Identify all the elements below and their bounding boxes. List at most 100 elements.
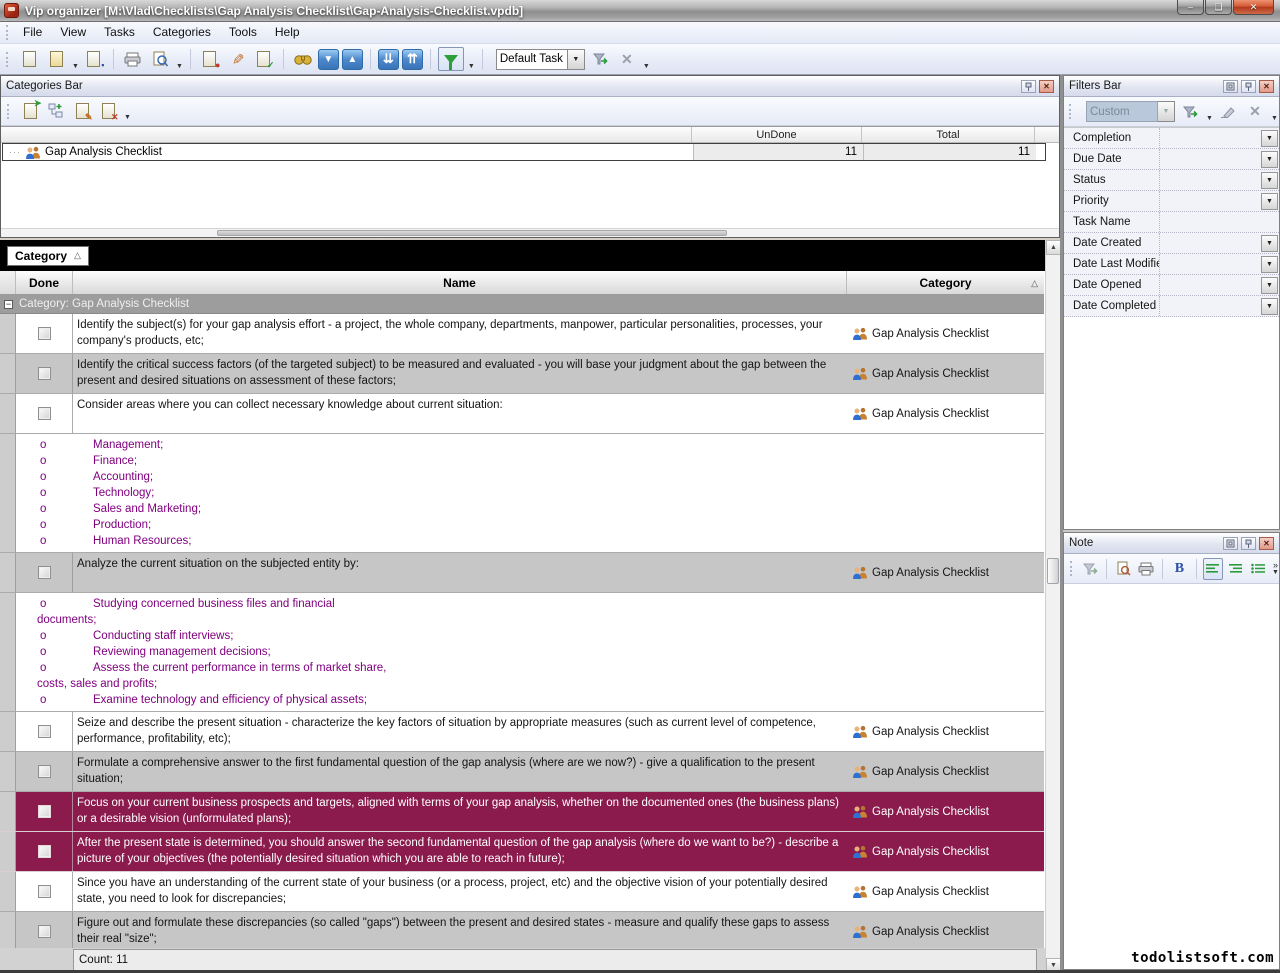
column-undone[interactable]: UnDone (692, 127, 862, 142)
filter-value[interactable] (1160, 191, 1261, 211)
new-subcategory-button[interactable] (45, 101, 67, 121)
chevron-down-icon[interactable]: ▼ (1261, 255, 1278, 273)
group-row[interactable]: − Category: Gap Analysis Checklist (0, 295, 1044, 314)
delete-category-button[interactable]: ✕ (97, 101, 119, 122)
menu-tools[interactable]: Tools (220, 22, 266, 43)
collapse-icon[interactable]: − (4, 299, 13, 309)
filter-preset-value[interactable]: Custom (1086, 101, 1158, 122)
open-database-button[interactable] (44, 48, 68, 71)
delete-filter-button[interactable]: ✕ (1243, 100, 1267, 123)
note-bold-button[interactable]: B (1169, 558, 1189, 580)
move-to-top-button[interactable]: ⇈ (401, 48, 423, 70)
move-up-button[interactable]: ▲ (341, 48, 363, 70)
chevron-down-icon[interactable]: ▼ (643, 63, 650, 74)
new-category-button[interactable]: ➤ (19, 99, 42, 121)
chevron-down-icon[interactable]: ▼ (1261, 171, 1278, 189)
new-task-button[interactable]: ● (198, 48, 222, 71)
task-checkbox[interactable] (37, 566, 51, 579)
filter-preset-combobox[interactable]: Custom ▼ (1086, 101, 1175, 122)
chevron-down-icon[interactable]: ▼ (1261, 297, 1278, 315)
clear-filter-button[interactable] (1216, 100, 1240, 123)
save-database-button[interactable]: ▪ (82, 48, 106, 71)
chevron-down-icon[interactable]: ▼ (1261, 150, 1278, 168)
task-row[interactable]: Analyze the current situation on the sub… (0, 553, 1044, 593)
edit-category-button[interactable]: ✎ (71, 101, 93, 122)
note-apply-button[interactable] (1080, 558, 1100, 580)
note-bullet-list-button[interactable] (1248, 558, 1268, 580)
filter-value[interactable] (1160, 296, 1261, 316)
menu-tasks[interactable]: Tasks (95, 22, 144, 43)
complete-task-button[interactable]: ✓ (252, 48, 276, 71)
task-checkbox[interactable] (37, 725, 51, 738)
task-row[interactable]: Since you have an understanding of the c… (0, 872, 1044, 912)
column-category[interactable]: Category △ (847, 271, 1044, 294)
maximize-button[interactable]: ❑ (1205, 0, 1232, 15)
move-to-bottom-button[interactable]: ⇊ (377, 48, 399, 70)
print-button[interactable] (121, 48, 145, 71)
task-row[interactable]: Focus on your current business prospects… (0, 792, 1044, 832)
chevron-down-icon[interactable]: ▼ (567, 48, 585, 70)
task-row[interactable]: Identify the critical success factors (o… (0, 354, 1044, 394)
restore-icon[interactable] (1223, 79, 1238, 93)
task-row[interactable]: Seize and describe the present situation… (0, 712, 1044, 752)
menu-help[interactable]: Help (266, 22, 309, 43)
close-icon[interactable]: ✕ (1259, 79, 1274, 93)
apply-task-type-button[interactable] (588, 48, 612, 71)
task-checkbox[interactable] (37, 805, 51, 818)
task-checkbox[interactable] (37, 925, 51, 938)
filter-value[interactable] (1160, 212, 1279, 232)
close-icon[interactable]: ✕ (1259, 536, 1274, 550)
menu-categories[interactable]: Categories (144, 22, 220, 43)
filter-value[interactable] (1160, 128, 1261, 148)
task-row[interactable]: Consider areas where you can collect nec… (0, 394, 1044, 434)
note-print-button[interactable] (1136, 558, 1156, 580)
print-preview-button[interactable] (148, 48, 172, 71)
edit-task-button[interactable]: ✎ (225, 48, 249, 71)
chevron-down-icon[interactable]: ▼ (1158, 101, 1175, 122)
bullet-list-row[interactable]: o Studying concerned business files and f… (0, 593, 1044, 712)
column-category-name[interactable] (1, 127, 692, 142)
chevron-down-icon[interactable]: ▼ (1206, 115, 1213, 126)
pin-icon[interactable] (1241, 79, 1256, 93)
close-icon[interactable]: ✕ (1039, 79, 1054, 93)
pin-icon[interactable] (1021, 79, 1036, 93)
note-preview-button[interactable] (1113, 558, 1133, 580)
filter-toggle-button[interactable] (437, 47, 464, 71)
task-checkbox[interactable] (37, 885, 51, 898)
filter-value[interactable] (1160, 254, 1261, 274)
menu-file[interactable]: File (14, 22, 51, 43)
chevron-down-icon[interactable]: ▼ (1261, 129, 1278, 147)
note-align-left-button[interactable] (1202, 557, 1224, 580)
toolbar-overflow-button[interactable]: » ▼ (1272, 560, 1279, 576)
filter-value[interactable] (1160, 233, 1261, 253)
pin-icon[interactable] (1241, 536, 1256, 550)
apply-filter-button[interactable] (1178, 100, 1202, 123)
column-total[interactable]: Total (862, 127, 1035, 142)
task-checkbox[interactable] (37, 367, 51, 380)
chevron-down-icon[interactable]: ▼ (468, 63, 475, 74)
close-button[interactable]: ✕ (1233, 0, 1274, 15)
find-task-button[interactable] (291, 48, 315, 71)
scrollbar-thumb[interactable] (1047, 558, 1059, 584)
column-name[interactable]: Name (73, 271, 847, 294)
task-type-combobox[interactable]: Default Task ▼ (495, 48, 585, 70)
task-checkbox[interactable] (37, 765, 51, 778)
filter-value[interactable] (1160, 170, 1261, 190)
bullet-list-row[interactable]: o Management; o Finance; o Accounting; o Techno… (0, 434, 1044, 553)
menu-view[interactable]: View (51, 22, 95, 43)
chevron-down-icon[interactable]: ▼ (1261, 192, 1278, 210)
chevron-down-icon[interactable]: ▼ (124, 114, 131, 125)
restore-icon[interactable] (1223, 536, 1238, 550)
note-content[interactable]: todolistsoft.com (1064, 585, 1279, 969)
minimize-button[interactable]: – (1177, 0, 1204, 15)
scroll-up-icon[interactable]: ▲ (1046, 240, 1061, 255)
chevron-down-icon[interactable]: ▼ (1261, 234, 1278, 252)
group-by-category-button[interactable]: Category △ (7, 245, 89, 266)
task-checkbox[interactable] (37, 845, 51, 858)
horizontal-scrollbar[interactable] (1, 228, 1059, 237)
filter-value[interactable] (1160, 275, 1261, 295)
filter-value[interactable] (1160, 149, 1261, 169)
task-checkbox[interactable] (37, 327, 51, 340)
delete-button[interactable]: ✕ (615, 48, 639, 71)
chevron-down-icon[interactable]: ▼ (1261, 276, 1278, 294)
